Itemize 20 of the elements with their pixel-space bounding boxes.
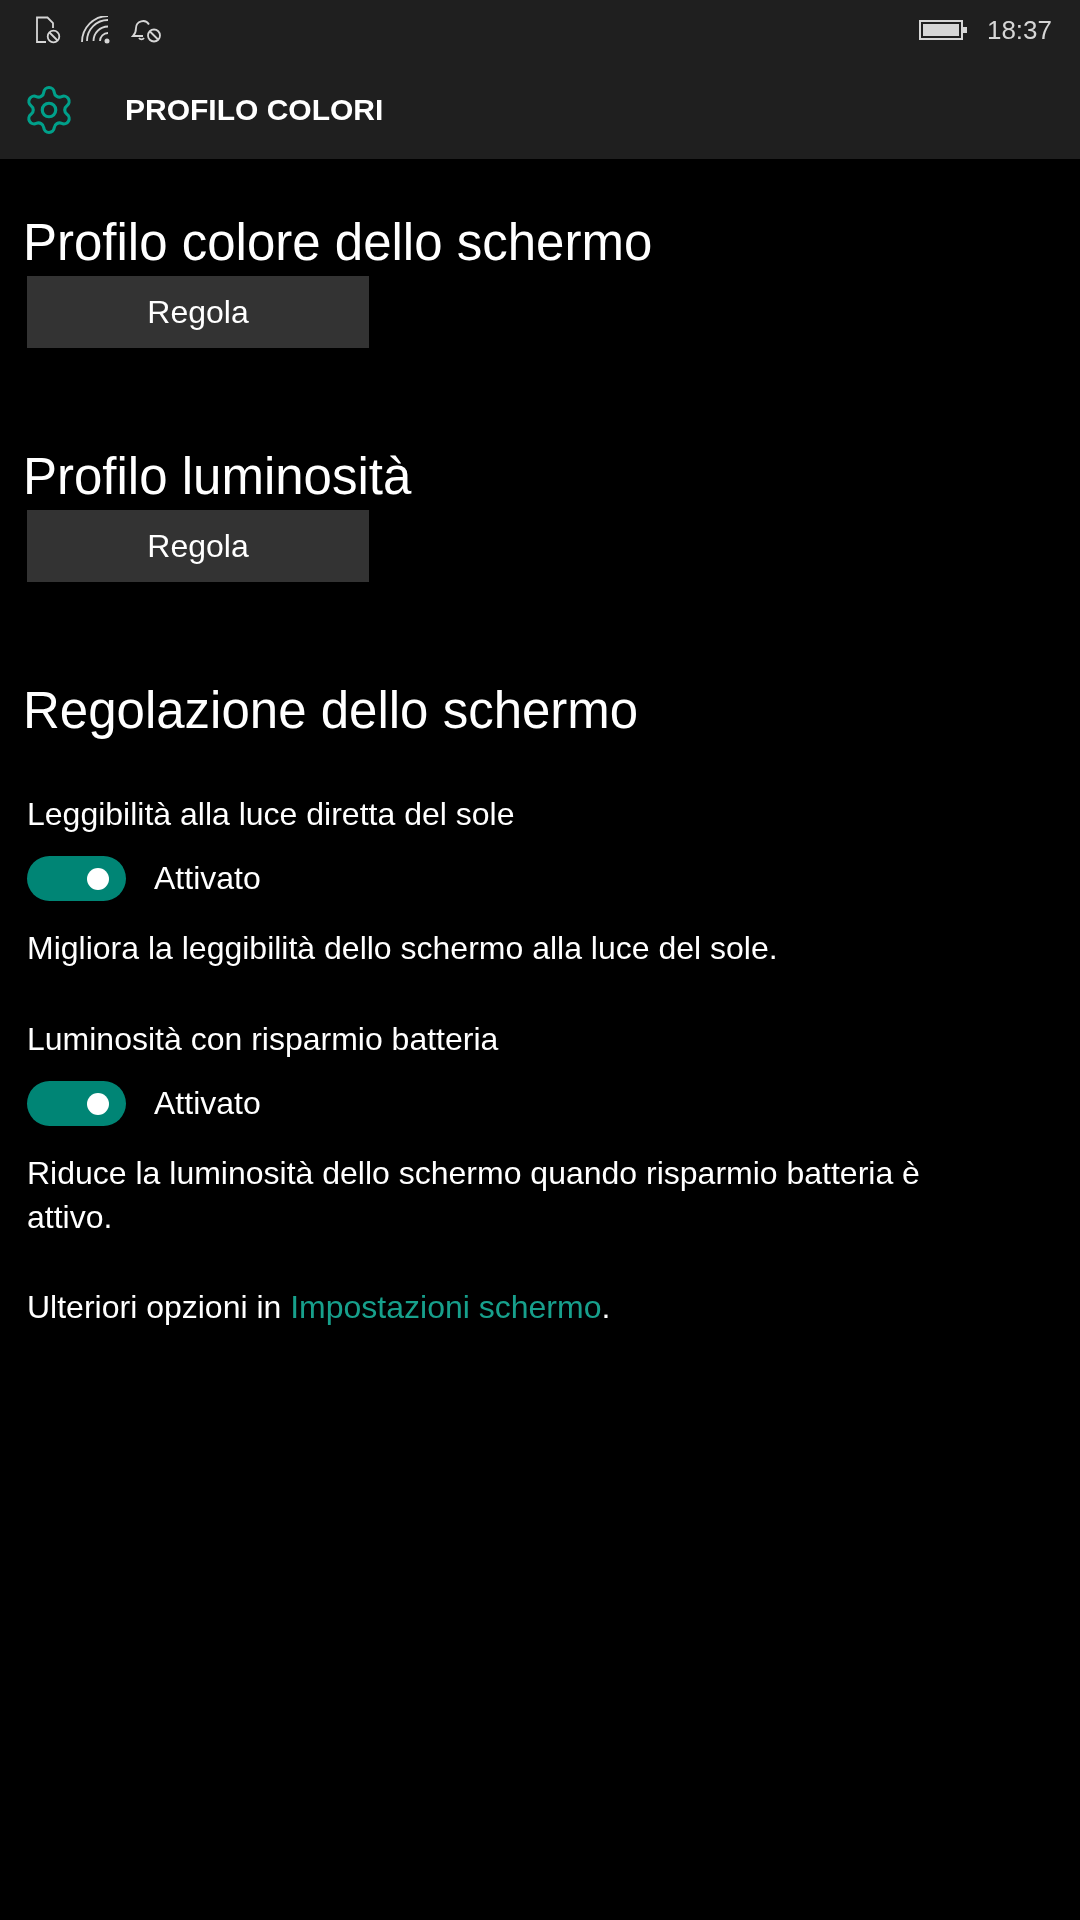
sim-card-blocked-icon: [35, 16, 61, 44]
section-heading: Regolazione dello schermo: [23, 681, 639, 741]
toggle-switch[interactable]: [27, 856, 126, 901]
adjust-button[interactable]: Regola: [27, 276, 369, 348]
toggle-state-label: Attivato: [154, 860, 261, 897]
more-options-text: Ulteriori opzioni in Impostazioni schermo.: [27, 1288, 612, 1327]
section-heading: Profilo luminosità: [23, 447, 412, 507]
toggle-state-label: Attivato: [154, 1085, 261, 1122]
toggle-switch[interactable]: [27, 1081, 126, 1126]
status-time: 18:37: [986, 14, 1052, 46]
adjust-button[interactable]: Regola: [27, 510, 369, 582]
page-title: PROFILO COLORI: [125, 92, 384, 127]
setting-description: Migliora la leggibilità dello schermo alla luce del sole.: [27, 929, 778, 968]
battery-icon: [918, 20, 967, 40]
section-heading: Profilo colore dello schermo: [23, 213, 653, 273]
setting-label: Leggibilità alla luce diretta del sole: [27, 795, 515, 834]
setting-label: Luminosità con risparmio batteria: [27, 1020, 499, 1059]
wifi-icon: [81, 16, 111, 44]
display-settings-link[interactable]: Impostazioni schermo: [290, 1289, 602, 1325]
setting-description: Riduce la luminosità dello schermo quando risparmio batteria è attivo.: [27, 1154, 921, 1237]
